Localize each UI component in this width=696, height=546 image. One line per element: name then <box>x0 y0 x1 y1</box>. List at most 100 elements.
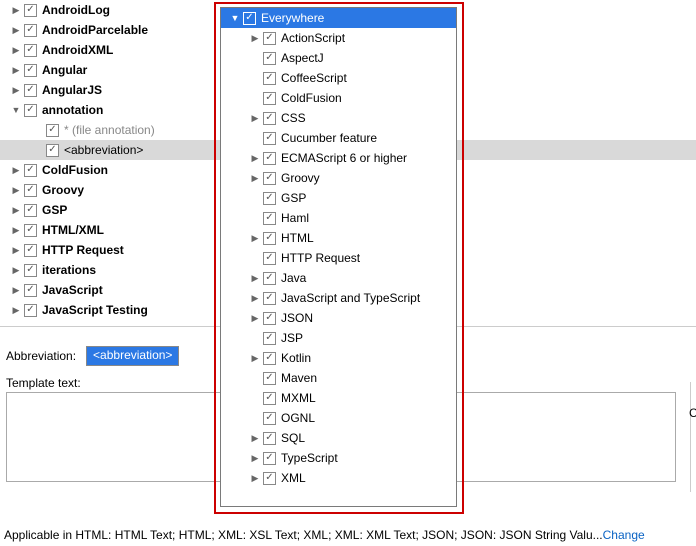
change-context-link[interactable]: Change <box>603 528 645 542</box>
chevron-right-icon[interactable]: ▶ <box>249 452 261 464</box>
chevron-right-icon[interactable]: ▶ <box>249 472 261 484</box>
checkbox[interactable]: ✓ <box>24 84 37 97</box>
applicable-contexts-popup: ▼✓Everywhere▶✓ActionScript✓AspectJ✓Coffe… <box>220 7 457 507</box>
checkbox[interactable]: ✓ <box>46 124 59 137</box>
chevron-down-icon[interactable]: ▼ <box>229 12 241 24</box>
checkbox[interactable]: ✓ <box>24 224 37 237</box>
chevron-right-icon[interactable]: ▶ <box>10 224 22 236</box>
context-row[interactable]: ✓GSP <box>221 188 456 208</box>
checkbox[interactable]: ✓ <box>263 252 276 265</box>
chevron-right-icon[interactable]: ▶ <box>10 44 22 56</box>
popup-scroll[interactable]: ▼✓Everywhere▶✓ActionScript✓AspectJ✓Coffe… <box>221 8 456 506</box>
context-row[interactable]: ▶✓Java <box>221 268 456 288</box>
context-row[interactable]: ▶✓ActionScript <box>221 28 456 48</box>
checkbox[interactable]: ✓ <box>263 332 276 345</box>
chevron-right-icon[interactable]: ▶ <box>10 244 22 256</box>
chevron-down-icon[interactable]: ▼ <box>10 104 22 116</box>
chevron-right-icon[interactable]: ▶ <box>10 304 22 316</box>
checkbox[interactable]: ✓ <box>263 152 276 165</box>
checkbox[interactable]: ✓ <box>24 244 37 257</box>
chevron-right-icon[interactable]: ▶ <box>10 264 22 276</box>
checkbox[interactable]: ✓ <box>263 212 276 225</box>
checkbox[interactable]: ✓ <box>24 304 37 317</box>
checkbox[interactable]: ✓ <box>263 232 276 245</box>
context-row[interactable]: ▶✓Groovy <box>221 168 456 188</box>
checkbox[interactable]: ✓ <box>263 192 276 205</box>
chevron-right-icon[interactable]: ▶ <box>10 84 22 96</box>
context-everywhere-row[interactable]: ▼✓Everywhere <box>221 8 456 28</box>
chevron-right-icon[interactable]: ▶ <box>249 352 261 364</box>
chevron-right-icon[interactable]: ▶ <box>249 32 261 44</box>
abbreviation-input[interactable]: <abbreviation> <box>86 346 179 366</box>
context-row[interactable]: ✓MXML <box>221 388 456 408</box>
checkbox[interactable]: ✓ <box>263 432 276 445</box>
checkbox[interactable]: ✓ <box>263 52 276 65</box>
chevron-right-icon[interactable]: ▶ <box>10 164 22 176</box>
context-row[interactable]: ✓CoffeeScript <box>221 68 456 88</box>
context-row[interactable]: ✓ColdFusion <box>221 88 456 108</box>
context-row[interactable]: ▶✓SQL <box>221 428 456 448</box>
checkbox[interactable]: ✓ <box>263 452 276 465</box>
checkbox[interactable]: ✓ <box>263 92 276 105</box>
checkbox[interactable]: ✓ <box>24 44 37 57</box>
chevron-right-icon[interactable]: ▶ <box>249 272 261 284</box>
checkbox[interactable]: ✓ <box>263 292 276 305</box>
checkbox[interactable]: ✓ <box>24 184 37 197</box>
chevron-right-icon[interactable]: ▶ <box>249 312 261 324</box>
chevron-right-icon[interactable]: ▶ <box>249 172 261 184</box>
checkbox[interactable]: ✓ <box>24 64 37 77</box>
chevron-right-icon[interactable]: ▶ <box>249 152 261 164</box>
chevron-right-icon[interactable]: ▶ <box>10 184 22 196</box>
context-row[interactable]: ✓HTTP Request <box>221 248 456 268</box>
context-row[interactable]: ▶✓JSON <box>221 308 456 328</box>
context-row[interactable]: ▶✓ XML <box>221 468 456 488</box>
applicable-in-text: Applicable in HTML: HTML Text; HTML; XML… <box>4 528 603 542</box>
context-label: XML <box>280 468 306 488</box>
chevron-right-icon[interactable]: ▶ <box>10 24 22 36</box>
checkbox[interactable]: ✓ <box>24 204 37 217</box>
template-text-label: Template text: <box>6 376 81 390</box>
chevron-right-icon[interactable]: ▶ <box>249 232 261 244</box>
context-row[interactable]: ✓JSP <box>221 328 456 348</box>
context-row[interactable]: ▶✓TypeScript <box>221 448 456 468</box>
chevron-right-icon[interactable]: ▶ <box>10 4 22 16</box>
checkbox[interactable]: ✓ <box>243 12 256 25</box>
checkbox[interactable]: ✓ <box>24 264 37 277</box>
checkbox[interactable]: ✓ <box>263 32 276 45</box>
chevron-right-icon[interactable]: ▶ <box>10 204 22 216</box>
checkbox[interactable]: ✓ <box>24 24 37 37</box>
checkbox[interactable]: ✓ <box>263 312 276 325</box>
context-row[interactable]: ✓AspectJ <box>221 48 456 68</box>
checkbox[interactable]: ✓ <box>263 112 276 125</box>
checkbox[interactable]: ✓ <box>263 72 276 85</box>
context-row[interactable]: ✓OGNL <box>221 408 456 428</box>
checkbox[interactable]: ✓ <box>24 284 37 297</box>
context-row[interactable]: ✓Cucumber feature <box>221 128 456 148</box>
chevron-right-icon[interactable]: ▶ <box>10 64 22 76</box>
toggle-spacer <box>249 52 261 64</box>
checkbox[interactable]: ✓ <box>24 4 37 17</box>
context-row[interactable]: ✓Haml <box>221 208 456 228</box>
context-row[interactable]: ▶✓ECMAScript 6 or higher <box>221 148 456 168</box>
chevron-right-icon[interactable]: ▶ <box>249 432 261 444</box>
checkbox[interactable]: ✓ <box>263 352 276 365</box>
checkbox[interactable]: ✓ <box>263 392 276 405</box>
context-row[interactable]: ✓Maven <box>221 368 456 388</box>
chevron-right-icon[interactable]: ▶ <box>249 112 261 124</box>
checkbox[interactable]: ✓ <box>263 272 276 285</box>
checkbox[interactable]: ✓ <box>24 164 37 177</box>
checkbox[interactable]: ✓ <box>46 144 59 157</box>
checkbox[interactable]: ✓ <box>263 472 276 485</box>
checkbox[interactable]: ✓ <box>24 104 37 117</box>
chevron-right-icon[interactable]: ▶ <box>249 292 261 304</box>
checkbox[interactable]: ✓ <box>263 132 276 145</box>
checkbox[interactable]: ✓ <box>263 172 276 185</box>
chevron-right-icon[interactable]: ▶ <box>10 284 22 296</box>
context-row[interactable]: ▶✓Kotlin <box>221 348 456 368</box>
toggle-spacer <box>249 92 261 104</box>
context-row[interactable]: ▶✓JavaScript and TypeScript <box>221 288 456 308</box>
context-row[interactable]: ▶✓HTML <box>221 228 456 248</box>
checkbox[interactable]: ✓ <box>263 412 276 425</box>
context-row[interactable]: ▶✓CSS <box>221 108 456 128</box>
checkbox[interactable]: ✓ <box>263 372 276 385</box>
